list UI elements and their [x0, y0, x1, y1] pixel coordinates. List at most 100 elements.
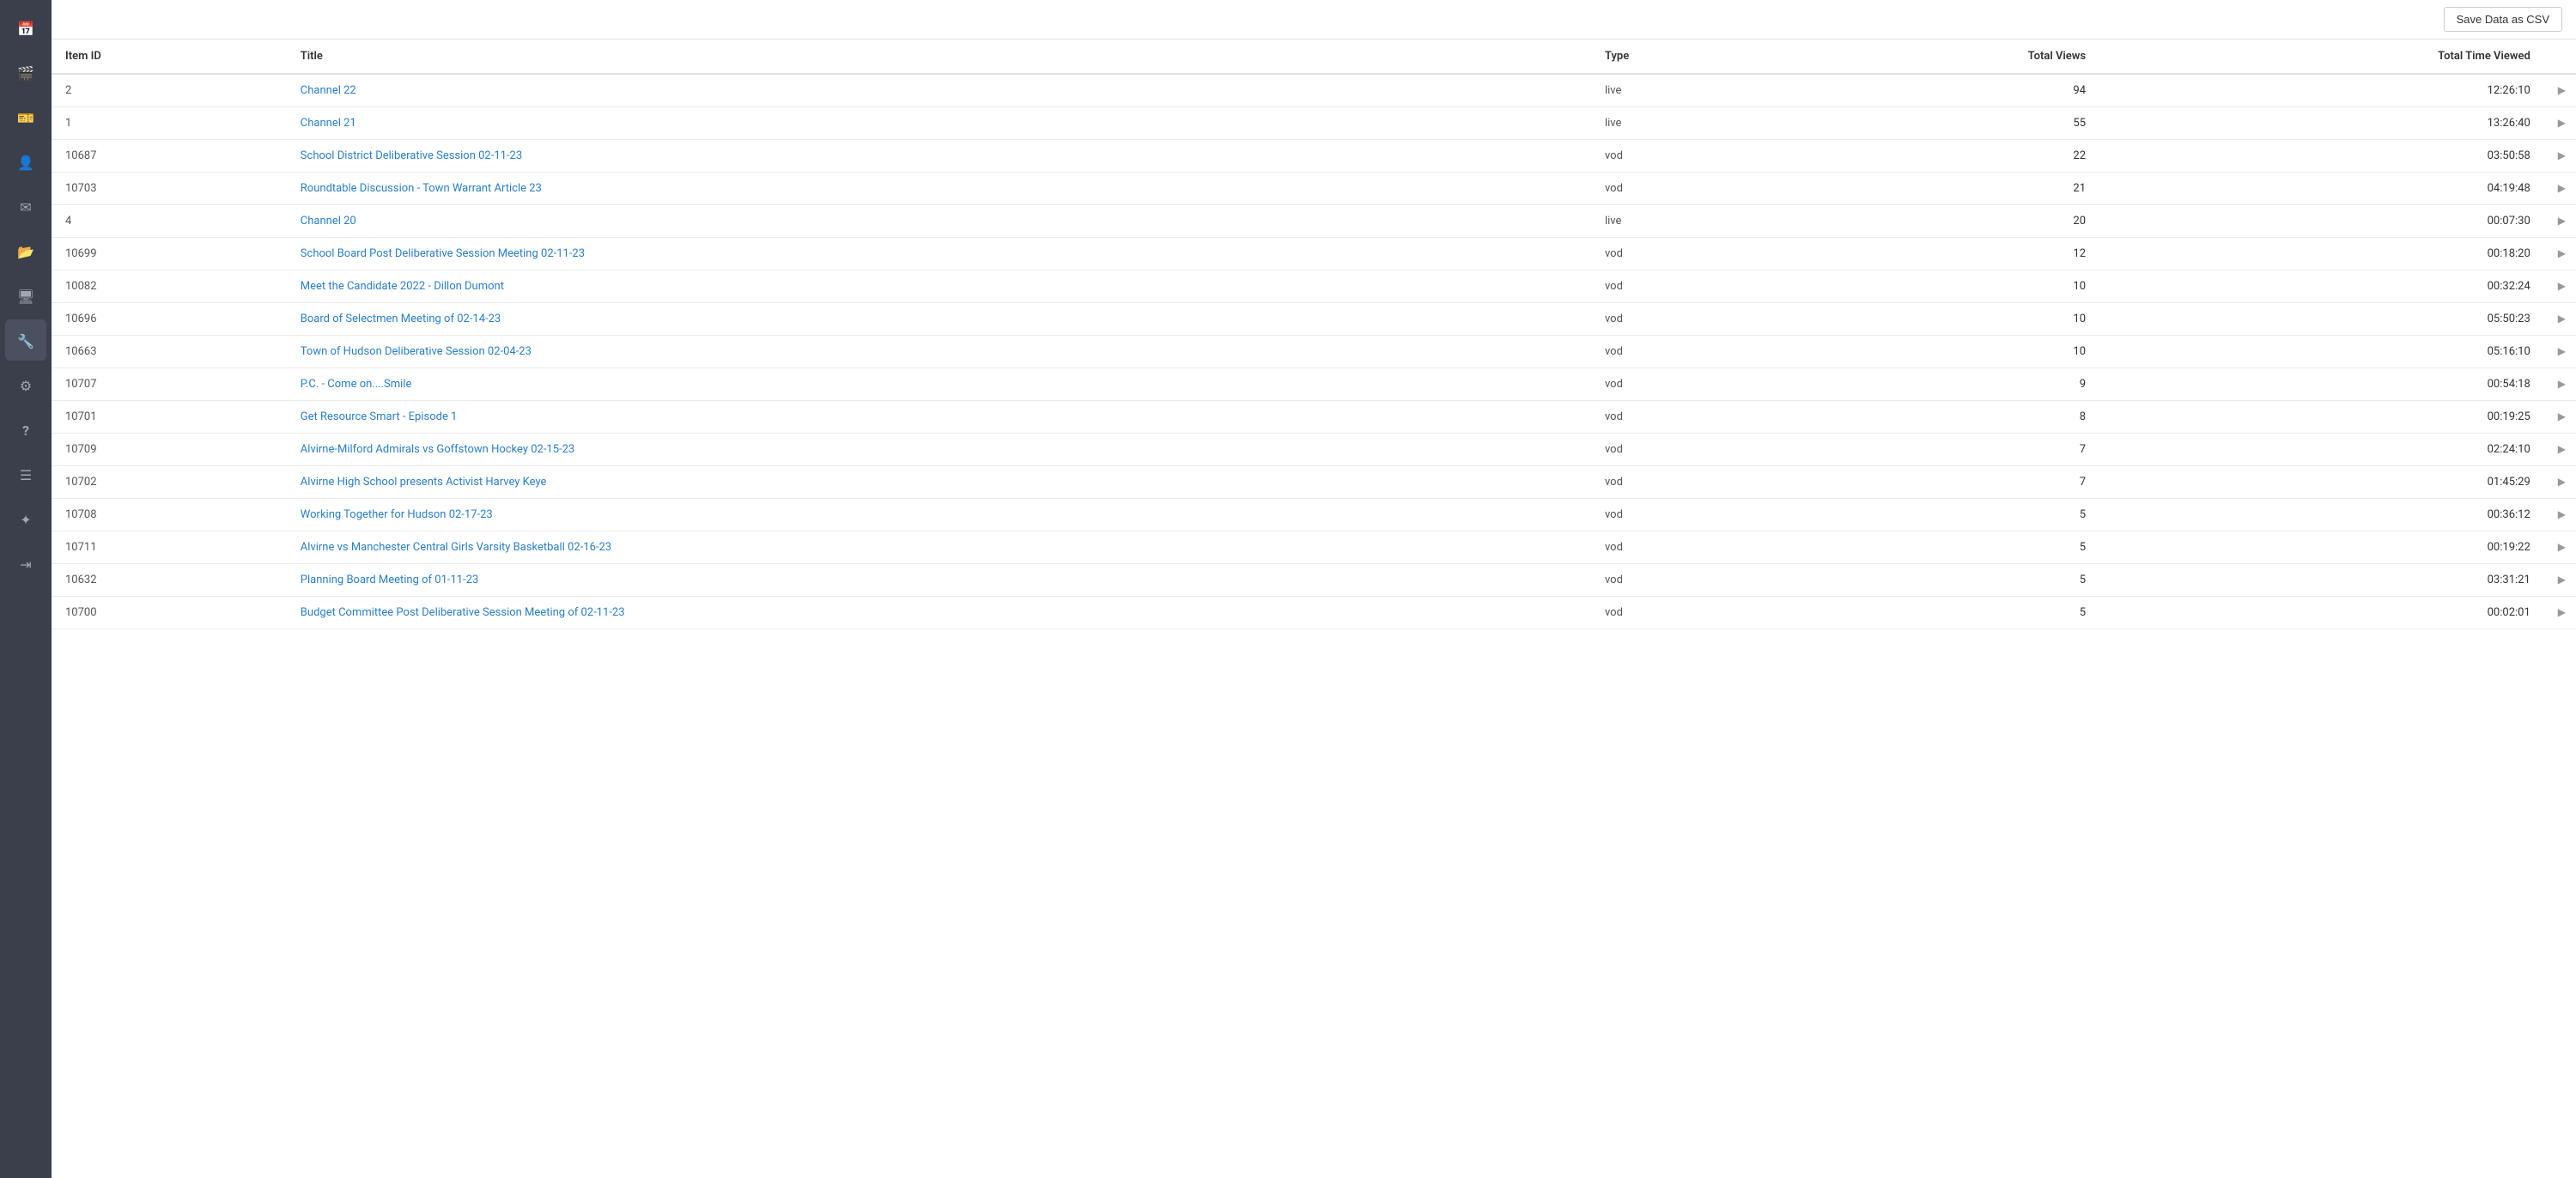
cell-title[interactable]: Channel 22 [287, 74, 1591, 107]
cell-chevron[interactable]: ▶ [2544, 173, 2576, 205]
sidebar-item-film[interactable] [5, 52, 46, 93]
cell-title[interactable]: Planning Board Meeting of 01-11-23 [287, 564, 1591, 597]
cell-chevron[interactable]: ▶ [2544, 270, 2576, 303]
cell-title[interactable]: Channel 20 [287, 205, 1591, 238]
cell-type: vod [1591, 336, 1783, 368]
item-title-link[interactable]: Board of Selectmen Meeting of 02-14-23 [301, 313, 501, 325]
cell-title[interactable]: Budget Committee Post Deliberative Sessi… [287, 597, 1591, 629]
chevron-right-icon: ▶ [2558, 508, 2566, 520]
cell-chevron[interactable]: ▶ [2544, 466, 2576, 499]
cell-title[interactable]: Channel 21 [287, 107, 1591, 140]
cell-item-id: 10687 [52, 140, 287, 173]
item-title-link[interactable]: Town of Hudson Deliberative Session 02-0… [301, 345, 532, 358]
item-title-link[interactable]: P.C. - Come on....Smile [301, 378, 412, 391]
item-title-link[interactable]: Planning Board Meeting of 01-11-23 [301, 574, 479, 586]
cell-chevron[interactable]: ▶ [2544, 564, 2576, 597]
sidebar-item-calendar[interactable] [5, 7, 46, 48]
cell-title[interactable]: Alvirne vs Manchester Central Girls Vars… [287, 531, 1591, 564]
item-title-link[interactable]: Channel 20 [301, 215, 356, 228]
cell-item-id: 10702 [52, 466, 287, 499]
cell-type: vod [1591, 434, 1783, 466]
table-row: 10699School Board Post Deliberative Sess… [52, 238, 2576, 270]
cell-total-time: 03:31:21 [2099, 564, 2544, 597]
cell-chevron[interactable]: ▶ [2544, 531, 2576, 564]
sidebar-item-user[interactable] [5, 141, 46, 182]
table-row: 10702 Alvirne High School presents Activi… [52, 466, 2576, 499]
item-title-link[interactable]: School District Deliberative Session 02-… [301, 149, 522, 162]
cell-chevron[interactable]: ▶ [2544, 140, 2576, 173]
sidebar-item-badge[interactable] [5, 96, 46, 137]
cell-chevron[interactable]: ▶ [2544, 107, 2576, 140]
item-title-link[interactable]: Working Together for Hudson 02-17-23 [301, 508, 493, 521]
gear-icon [20, 374, 32, 395]
sidebar-item-wrench[interactable] [5, 319, 46, 361]
cell-title[interactable]: Meet the Candidate 2022 - Dillon Dumont [287, 270, 1591, 303]
cell-chevron[interactable]: ▶ [2544, 303, 2576, 336]
item-title-link[interactable]: Budget Committee Post Deliberative Sessi… [301, 606, 625, 619]
item-title-link[interactable]: Meet the Candidate 2022 - Dillon Dumont [301, 280, 504, 293]
cell-chevron[interactable]: ▶ [2544, 336, 2576, 368]
table-row: 4Channel 20live2000:07:30▶ [52, 205, 2576, 238]
cell-total-views: 7 [1783, 434, 2099, 466]
table-row: 10711Alvirne vs Manchester Central Girls… [52, 531, 2576, 564]
cell-total-views: 5 [1783, 564, 2099, 597]
sidebar-item-favorites[interactable] [5, 498, 46, 539]
sidebar-item-gear[interactable] [5, 364, 46, 405]
cell-type: vod [1591, 597, 1783, 629]
cell-total-views: 12 [1783, 238, 2099, 270]
cell-total-views: 22 [1783, 140, 2099, 173]
cell-chevron[interactable]: ▶ [2544, 74, 2576, 107]
item-title-link[interactable]: Channel 22 [301, 84, 356, 97]
chevron-right-icon: ▶ [2558, 182, 2566, 194]
table-row: 10632Planning Board Meeting of 01-11-23v… [52, 564, 2576, 597]
cell-total-views: 8 [1783, 401, 2099, 434]
item-title-link[interactable]: Alvirne-Milford Admirals vs Goffstown Ho… [301, 443, 574, 456]
item-title-link[interactable]: Channel 21 [301, 117, 356, 130]
cell-type: vod [1591, 368, 1783, 401]
cell-chevron[interactable]: ▶ [2544, 205, 2576, 238]
cell-title[interactable]: Get Resource Smart - Episode 1 [287, 401, 1591, 434]
cell-title[interactable]: School Board Post Deliberative Session M… [287, 238, 1591, 270]
sidebar [0, 0, 52, 1178]
sidebar-item-send[interactable] [5, 185, 46, 227]
cell-total-time: 12:26:10 [2099, 74, 2544, 107]
cell-title[interactable]: P.C. - Come on....Smile [287, 368, 1591, 401]
table-row: 10082Meet the Candidate 2022 - Dillon Du… [52, 270, 2576, 303]
cell-chevron[interactable]: ▶ [2544, 401, 2576, 434]
item-title-link[interactable]: Get Resource Smart - Episode 1 [301, 410, 458, 423]
cell-chevron[interactable]: ▶ [2544, 499, 2576, 531]
cell-type: vod [1591, 401, 1783, 434]
cell-total-views: 5 [1783, 499, 2099, 531]
cell-title[interactable]: Town of Hudson Deliberative Session 02-0… [287, 336, 1591, 368]
chevron-right-icon: ▶ [2558, 84, 2566, 96]
sidebar-item-folder[interactable] [5, 230, 46, 271]
item-title-link[interactable]: Roundtable Discussion - Town Warrant Art… [301, 182, 542, 195]
cell-title[interactable]: Board of Selectmen Meeting of 02-14-23 [287, 303, 1591, 336]
cell-chevron[interactable]: ▶ [2544, 238, 2576, 270]
item-title-link[interactable]: Alvirne High School presents Activist Ha… [301, 476, 547, 489]
sidebar-item-logout[interactable] [5, 543, 46, 584]
sidebar-item-help[interactable] [5, 409, 46, 450]
cell-type: vod [1591, 140, 1783, 173]
sidebar-item-monitor[interactable] [5, 275, 46, 316]
cell-title[interactable]: Roundtable Discussion - Town Warrant Art… [287, 173, 1591, 205]
item-title-link[interactable]: School Board Post Deliberative Session M… [301, 247, 585, 260]
save-csv-button[interactable]: Save Data as CSV [2444, 7, 2562, 32]
cell-item-id: 4 [52, 205, 287, 238]
chevron-right-icon: ▶ [2558, 410, 2566, 422]
calendar-icon [17, 17, 34, 38]
folder-icon [17, 240, 34, 261]
cell-title[interactable]: Alvirne-Milford Admirals vs Goffstown Ho… [287, 434, 1591, 466]
item-title-link[interactable]: Alvirne vs Manchester Central Girls Vars… [301, 541, 611, 554]
cell-title[interactable]: School District Deliberative Session 02-… [287, 140, 1591, 173]
cell-total-views: 5 [1783, 531, 2099, 564]
cell-chevron[interactable]: ▶ [2544, 368, 2576, 401]
cell-title[interactable]: Alvirne High School presents Activist Ha… [287, 466, 1591, 499]
cell-total-time: 00:18:20 [2099, 238, 2544, 270]
cell-chevron[interactable]: ▶ [2544, 597, 2576, 629]
cell-chevron[interactable]: ▶ [2544, 434, 2576, 466]
cell-item-id: 10701 [52, 401, 287, 434]
cell-title[interactable]: Working Together for Hudson 02-17-23 [287, 499, 1591, 531]
sidebar-item-reports[interactable] [5, 453, 46, 495]
cell-type: vod [1591, 531, 1783, 564]
